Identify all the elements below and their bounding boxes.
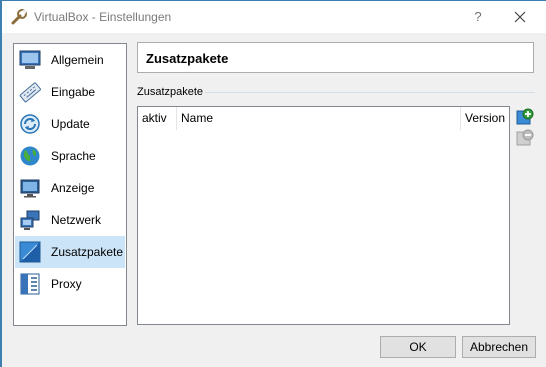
- column-header-name[interactable]: Name: [181, 111, 213, 125]
- extension-packs-table[interactable]: aktiv Name Version: [137, 106, 510, 325]
- wrench-icon: [11, 9, 27, 25]
- globe-icon: [20, 146, 40, 166]
- add-package-icon[interactable]: [516, 108, 534, 126]
- column-header-version[interactable]: Version: [465, 111, 505, 125]
- update-icon: [20, 114, 40, 134]
- sidebar-item-proxy[interactable]: Proxy: [15, 268, 125, 300]
- settings-window: VirtualBox - Einstellungen ? Allgemein E…: [0, 0, 546, 367]
- sidebar-item-label: Netzwerk: [51, 213, 102, 227]
- sidebar-item-label: Update: [51, 117, 90, 131]
- sidebar-item-allgemein[interactable]: Allgemein: [15, 44, 125, 76]
- column-divider: [460, 107, 461, 130]
- cancel-button[interactable]: Abbrechen: [462, 336, 536, 358]
- package-icon: [19, 241, 41, 263]
- page-title: Zusatzpakete: [146, 51, 229, 66]
- keyboard-icon: [19, 82, 41, 103]
- group-title: Zusatzpakete: [137, 86, 204, 98]
- sidebar-item-label: Eingabe: [51, 85, 96, 99]
- window-title: VirtualBox - Einstellungen: [34, 10, 172, 24]
- page-header: Zusatzpakete: [137, 42, 534, 73]
- network-icon: [20, 210, 40, 230]
- group-divider: [205, 92, 535, 93]
- sidebar-item-netzwerk[interactable]: Netzwerk: [15, 204, 125, 236]
- title-bar: VirtualBox - Einstellungen ?: [2, 1, 546, 33]
- close-icon[interactable]: [506, 5, 534, 29]
- proxy-icon: [20, 273, 40, 295]
- monitor-icon: [19, 50, 41, 69]
- column-divider: [176, 107, 177, 130]
- sidebar-item-eingabe[interactable]: Eingabe: [15, 76, 125, 108]
- sidebar-item-anzeige[interactable]: Anzeige: [15, 172, 125, 204]
- sidebar-item-label: Zusatzpakete: [51, 245, 124, 259]
- sidebar-item-sprache[interactable]: Sprache: [15, 140, 125, 172]
- column-header-aktiv[interactable]: aktiv: [142, 111, 167, 125]
- sidebar-item-label: Sprache: [51, 149, 96, 163]
- remove-package-icon[interactable]: [516, 129, 534, 147]
- sidebar-item-label: Allgemein: [51, 53, 104, 67]
- sidebar-item-label: Anzeige: [51, 181, 95, 195]
- sidebar-item-update[interactable]: Update: [15, 108, 125, 140]
- sidebar-item-label: Proxy: [51, 277, 82, 291]
- ok-button[interactable]: OK: [380, 336, 456, 358]
- sidebar-item-zusatzpakete[interactable]: Zusatzpakete: [15, 236, 125, 268]
- settings-sidebar: Allgemein Eingabe Update Sprache Anzeige…: [13, 43, 127, 326]
- display-icon: [20, 179, 40, 198]
- help-button[interactable]: ?: [464, 5, 492, 29]
